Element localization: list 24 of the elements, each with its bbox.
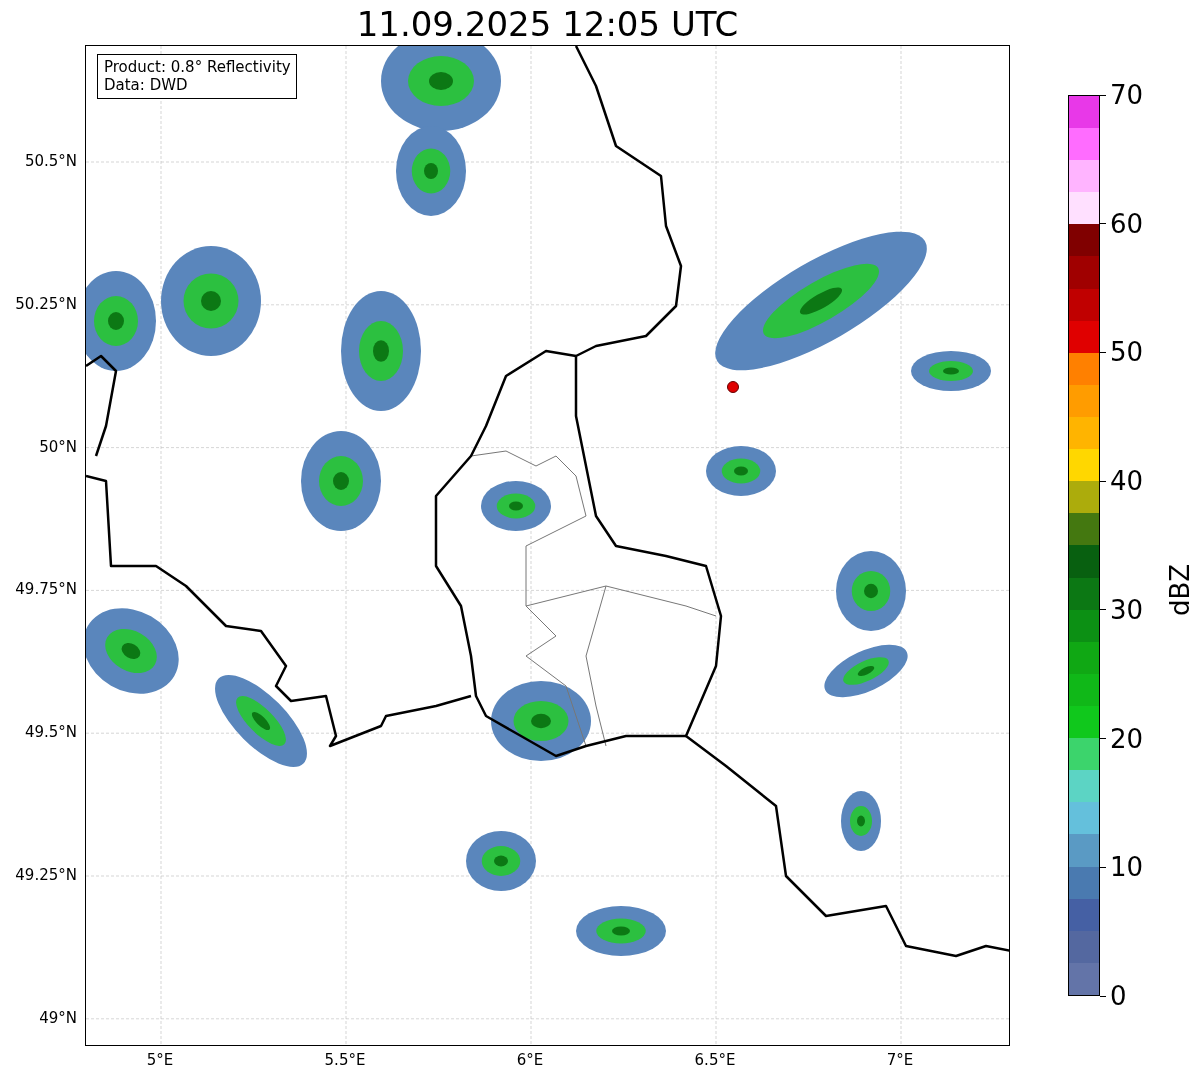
colorbar-tick-label: 30 [1110,594,1144,625]
colorbar-tick-label: 10 [1110,852,1144,883]
axis-tick-label: 49.25°N [15,866,77,884]
chart-title: 11.09.2025 12:05 UTC [356,3,739,45]
axis-tick-label: 7°E [886,1051,914,1069]
colorbar-tick-label: 0 [1110,981,1127,1011]
axis-tick-label: 6°E [516,1051,544,1069]
axis-tick-label: 50°N [39,437,77,456]
colorbar-tick-label: 40 [1110,466,1144,497]
colorbar-label: dBZ [1165,563,1196,617]
axis-tick-label: 5.5°E [324,1051,366,1069]
axis-tick-label: 5°E [146,1051,174,1069]
axis-tick-label: 49°N [39,1008,77,1027]
legend-text: Data: DWD [104,76,189,94]
legend-text: Product: 0.8° Reflectivity [104,58,291,76]
colorbar-tick-label: 50 [1110,337,1144,368]
colorbar-tick-label: 70 [1110,80,1144,110]
axis-tick-label: 6.5°E [694,1051,736,1069]
colorbar-tick-label: 20 [1110,723,1144,754]
axis-tick-label: 49.75°N [15,580,77,599]
axis-tick-label: 50.25°N [15,294,77,313]
colorbar-tick-label: 60 [1110,208,1144,239]
axis-tick-label: 50.5°N [24,152,77,170]
axis-tick-label: 49.5°N [24,723,77,742]
